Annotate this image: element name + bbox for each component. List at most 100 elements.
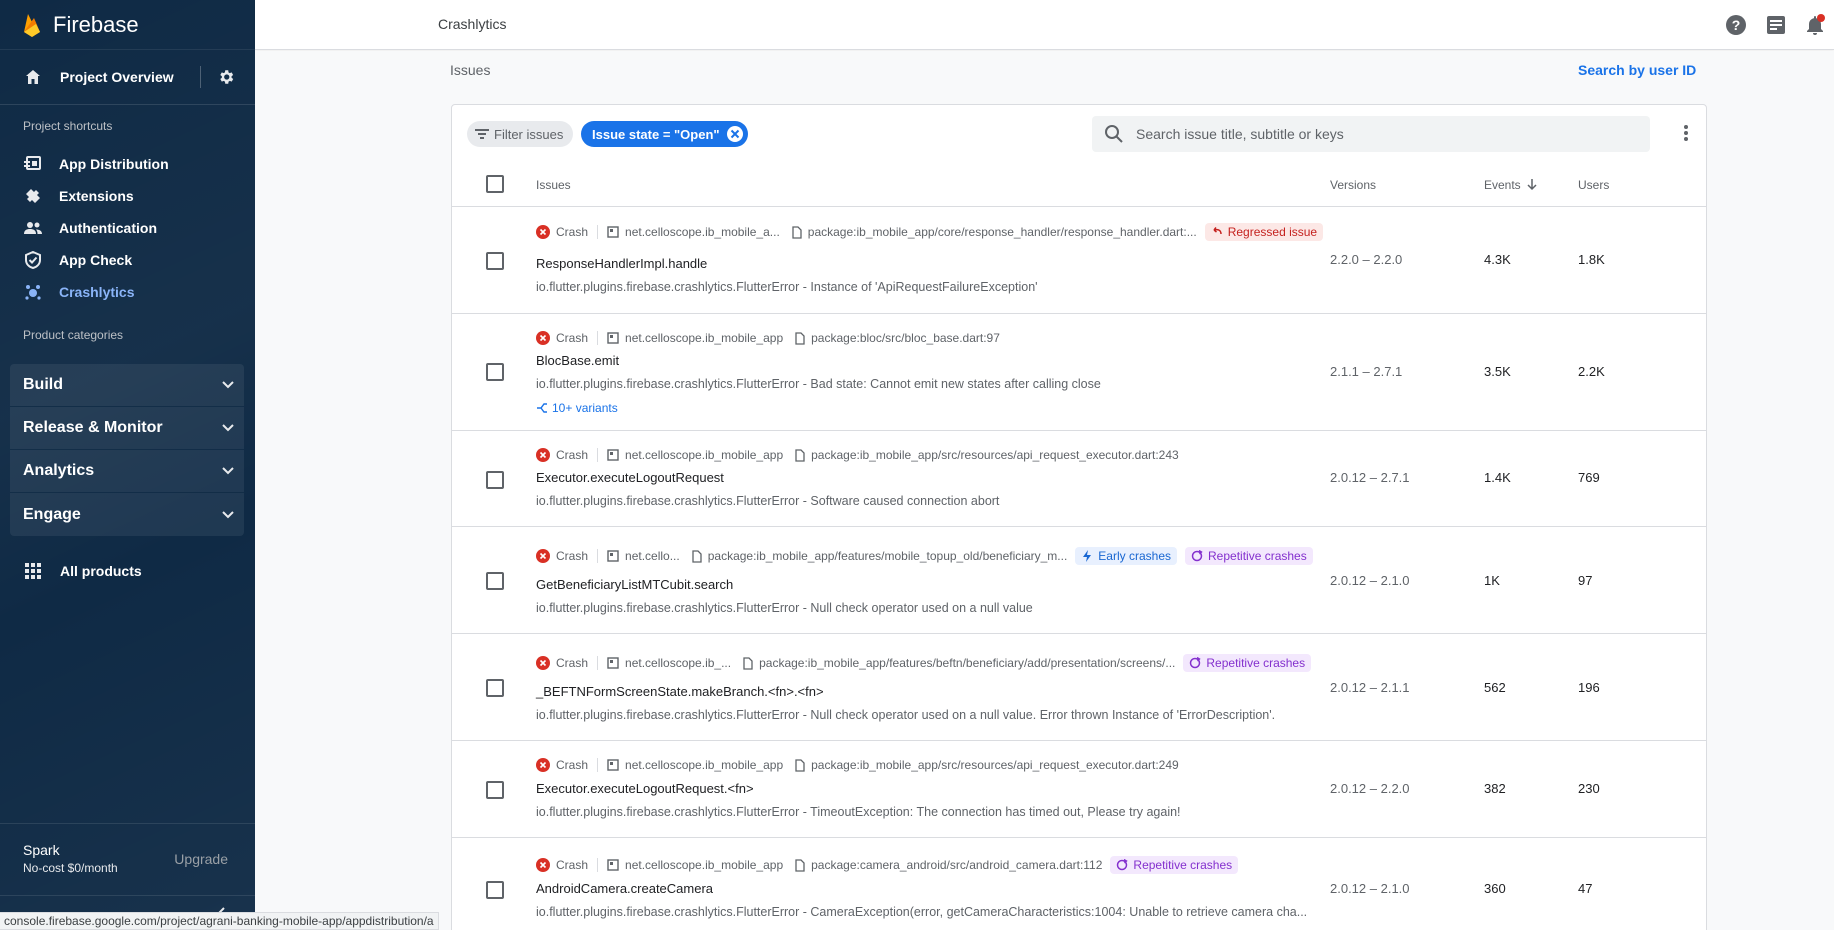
issue-users: 1.8K: [1578, 252, 1605, 267]
issue-title[interactable]: AndroidCamera.createCamera: [536, 881, 713, 896]
app-icon: [607, 759, 619, 771]
issue-meta: Crash net.celloscope.ib_mobile_app packa…: [536, 756, 1179, 774]
issue-meta: Crash net.celloscope.ib_mobile_a... pack…: [536, 223, 1324, 241]
search-input[interactable]: [1136, 126, 1616, 142]
sidebar-item-app-distribution[interactable]: App Distribution: [0, 148, 255, 180]
active-filter-chip[interactable]: Issue state = "Open": [581, 121, 748, 147]
issue-app: net.celloscope.ib_...: [625, 656, 732, 670]
row-checkbox[interactable]: [486, 471, 504, 489]
category-release-monitor[interactable]: Release & Monitor: [10, 407, 244, 450]
table-row[interactable]: Crash net.celloscope.ib_mobile_a... pack…: [452, 207, 1706, 314]
table-row[interactable]: Crash net.celloscope.ib_mobile_app packa…: [452, 431, 1706, 527]
issue-type: Crash: [556, 858, 589, 872]
sidebar-item-label: App Distribution: [59, 156, 169, 172]
divider: [597, 448, 599, 462]
divider: [597, 331, 599, 345]
table-row[interactable]: Crash net.celloscope.ib_... package:ib_m…: [452, 634, 1706, 741]
sidebar-item-authentication[interactable]: Authentication: [0, 212, 255, 244]
sidebar-item-extensions[interactable]: Extensions: [0, 180, 255, 212]
row-checkbox[interactable]: [486, 363, 504, 381]
arrow-down-icon: [1527, 179, 1537, 191]
table-row[interactable]: Crash net.celloscope.ib_mobile_app packa…: [452, 838, 1706, 930]
sidebar-item-crashlytics[interactable]: Crashlytics: [0, 276, 255, 308]
select-all-checkbox[interactable]: [486, 175, 504, 193]
early-crashes-badge: Early crashes: [1075, 547, 1177, 565]
issue-subtitle: io.flutter.plugins.firebase.crashlytics.…: [536, 377, 1101, 391]
issue-search[interactable]: [1092, 116, 1650, 152]
category-analytics[interactable]: Analytics: [10, 450, 244, 493]
issue-title[interactable]: BlocBase.emit: [536, 353, 619, 368]
crash-icon: [536, 331, 550, 345]
issue-versions: 2.0.12 – 2.1.0: [1330, 573, 1410, 588]
column-versions[interactable]: Versions: [1330, 178, 1376, 192]
more-options-button[interactable]: [1674, 121, 1698, 145]
badge-label: Early crashes: [1098, 549, 1171, 563]
row-checkbox[interactable]: [486, 781, 504, 799]
column-events[interactable]: Events: [1484, 178, 1537, 192]
category-engage[interactable]: Engage: [10, 493, 244, 536]
row-checkbox[interactable]: [486, 252, 504, 270]
feedback-icon[interactable]: [1764, 13, 1788, 37]
filter-icon: [475, 129, 489, 139]
issue-events: 382: [1484, 781, 1506, 796]
issue-title[interactable]: Executor.executeLogoutRequest.<fn>: [536, 781, 754, 796]
filter-issues-button[interactable]: Filter issues: [467, 121, 574, 147]
issue-subtitle: io.flutter.plugins.firebase.crashlytics.…: [536, 280, 1038, 294]
crashlytics-icon: [24, 283, 42, 301]
more-vert-icon: [1684, 125, 1688, 141]
crash-icon: [536, 225, 550, 239]
issue-title[interactable]: Executor.executeLogoutRequest: [536, 470, 724, 485]
sidebar-item-app-check[interactable]: App Check: [0, 244, 255, 276]
column-users[interactable]: Users: [1578, 178, 1609, 192]
notifications-icon[interactable]: [1803, 13, 1827, 37]
variants-link[interactable]: 10+ variants: [536, 401, 618, 415]
issue-users: 47: [1578, 881, 1593, 896]
row-checkbox[interactable]: [486, 572, 504, 590]
issue-meta: Crash net.cello... package:ib_mobile_app…: [536, 547, 1313, 565]
filter-issues-label: Filter issues: [494, 126, 564, 142]
issue-meta: Crash net.celloscope.ib_mobile_app packa…: [536, 446, 1179, 464]
issue-events: 562: [1484, 680, 1506, 695]
app-icon: [607, 657, 619, 669]
issue-type: Crash: [556, 549, 589, 563]
help-icon[interactable]: ?: [1724, 13, 1748, 37]
issue-file: package:camera_android/src/android_camer…: [811, 858, 1103, 872]
badge-label: Repetitive crashes: [1206, 656, 1306, 670]
all-products[interactable]: All products: [0, 556, 255, 586]
app-check-icon: [24, 251, 42, 269]
table-row[interactable]: Crash net.cello... package:ib_mobile_app…: [452, 527, 1706, 634]
issue-type: Crash: [556, 225, 589, 239]
gear-icon[interactable]: [217, 68, 235, 86]
issue-app: net.celloscope.ib_mobile_app: [625, 758, 784, 772]
brand[interactable]: Firebase: [0, 0, 255, 50]
home-icon: [26, 70, 40, 84]
column-issues[interactable]: Issues: [536, 178, 571, 192]
close-icon[interactable]: [726, 125, 744, 143]
issue-meta: Crash net.celloscope.ib_mobile_app packa…: [536, 856, 1239, 874]
crash-icon: [536, 549, 550, 563]
project-overview[interactable]: Project Overview: [0, 50, 255, 105]
issue-users: 769: [1578, 470, 1600, 485]
search-by-user-link[interactable]: Search by user ID: [1578, 62, 1696, 78]
file-icon: [795, 448, 805, 462]
issue-app: net.cello...: [625, 549, 680, 563]
upgrade-button[interactable]: Upgrade: [174, 851, 228, 867]
issue-title[interactable]: GetBeneficiaryListMTCubit.search: [536, 577, 733, 592]
issues-toolbar: Filter issues Issue state = "Open": [452, 105, 1706, 160]
table-row[interactable]: Crash net.celloscope.ib_mobile_app packa…: [452, 741, 1706, 838]
chevron-down-icon: [222, 424, 234, 432]
row-checkbox[interactable]: [486, 881, 504, 899]
issue-title[interactable]: _BEFTNFormScreenState.makeBranch.<fn>.<f…: [536, 684, 824, 699]
table-row[interactable]: Crash net.celloscope.ib_mobile_app packa…: [452, 314, 1706, 431]
product-categories: Build Release & Monitor Analytics Engage: [10, 364, 244, 536]
category-build[interactable]: Build: [10, 364, 244, 407]
all-products-label: All products: [60, 563, 142, 579]
issue-type: Crash: [556, 448, 589, 462]
file-icon: [795, 758, 805, 772]
file-icon: [795, 858, 805, 872]
row-checkbox[interactable]: [486, 679, 504, 697]
issue-subtitle: io.flutter.plugins.firebase.crashlytics.…: [536, 601, 1033, 615]
issue-title[interactable]: ResponseHandlerImpl.handle: [536, 256, 707, 271]
issue-users: 230: [1578, 781, 1600, 796]
issue-type: Crash: [556, 758, 589, 772]
